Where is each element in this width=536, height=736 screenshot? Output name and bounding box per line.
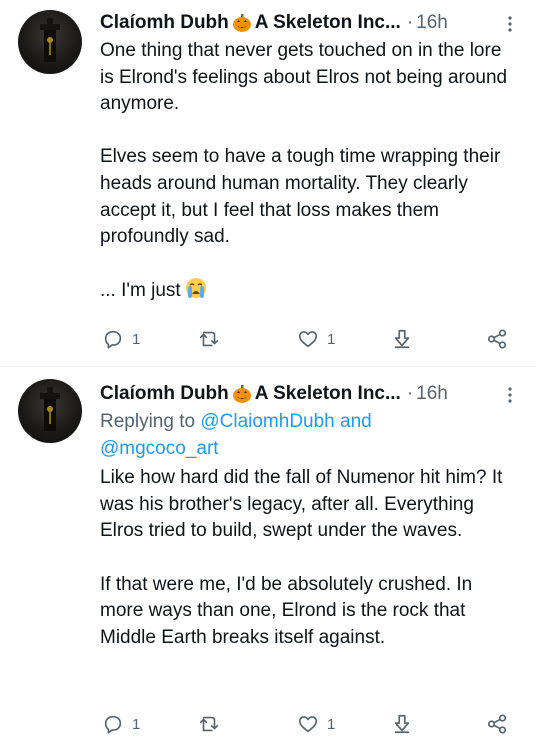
like-count: 1 [327,715,336,733]
mention-link[interactable]: @ClaiomhDubh [200,411,334,432]
share-icon [487,329,507,349]
more-icon[interactable] [502,14,518,34]
download-button[interactable] [391,712,413,736]
like-button[interactable]: 1 [297,327,335,351]
reply-icon [104,715,122,734]
loudly-crying-face-icon [185,278,206,299]
mention-link[interactable]: @mgcoco_art [100,438,219,459]
tweet-text: One thing that never gets touched on in … [100,38,520,305]
reply-count: 1 [132,715,141,733]
author-org[interactable]: A Skeleton Inc... [255,12,401,34]
avatar-image [40,18,60,62]
replying-prefix: Replying to [100,411,196,432]
avatar-image [40,387,60,431]
tweet[interactable]: Claíomh Dubh A Skeleton Inc... · 16h Rep… [0,367,536,734]
tweet-header: Claíomh Dubh A Skeleton Inc... · 16h [100,8,520,38]
like-button[interactable]: 1 [297,712,335,736]
reply-button[interactable]: 1 [102,712,140,736]
reply-count: 1 [132,330,141,348]
more-icon[interactable] [502,385,518,405]
separator-dot: · [406,383,414,404]
author-org[interactable]: A Skeleton Inc... [255,383,401,405]
share-button[interactable] [486,712,508,736]
separator-dot: · [406,12,414,33]
download-icon [394,329,410,349]
jack-o-lantern-icon [232,14,251,32]
tweet-actions: 1 1 [0,327,536,351]
like-icon [298,331,318,348]
author-name[interactable]: Claíomh Dubh [100,383,229,405]
replying-to: Replying to @ClaiomhDubh and @mgcoco_art [100,409,520,462]
timestamp[interactable]: 16h [416,383,448,405]
tweet-actions: 1 1 [0,712,536,736]
download-icon [394,714,410,734]
retweet-button[interactable] [198,327,228,351]
retweet-icon [199,331,219,347]
tweet-header: Claíomh Dubh A Skeleton Inc... · 16h [100,379,520,409]
replying-and: and [340,411,372,432]
like-icon [298,716,318,733]
retweet-button[interactable] [198,712,228,736]
avatar[interactable] [18,379,82,443]
jack-o-lantern-icon [232,385,251,403]
reply-icon [104,330,122,349]
author-name[interactable]: Claíomh Dubh [100,12,229,34]
reply-button[interactable]: 1 [102,327,140,351]
timestamp[interactable]: 16h [416,12,448,34]
tweet-text-content: One thing that never gets touched on in … [100,40,508,302]
like-count: 1 [327,330,336,348]
tweet[interactable]: Claíomh Dubh A Skeleton Inc... · 16h One… [0,0,536,367]
retweet-icon [199,716,219,732]
tweet-text: Like how hard did the fall of Numenor hi… [100,467,503,648]
avatar[interactable] [18,10,82,74]
download-button[interactable] [391,327,413,351]
share-icon [487,714,507,734]
share-button[interactable] [486,327,508,351]
